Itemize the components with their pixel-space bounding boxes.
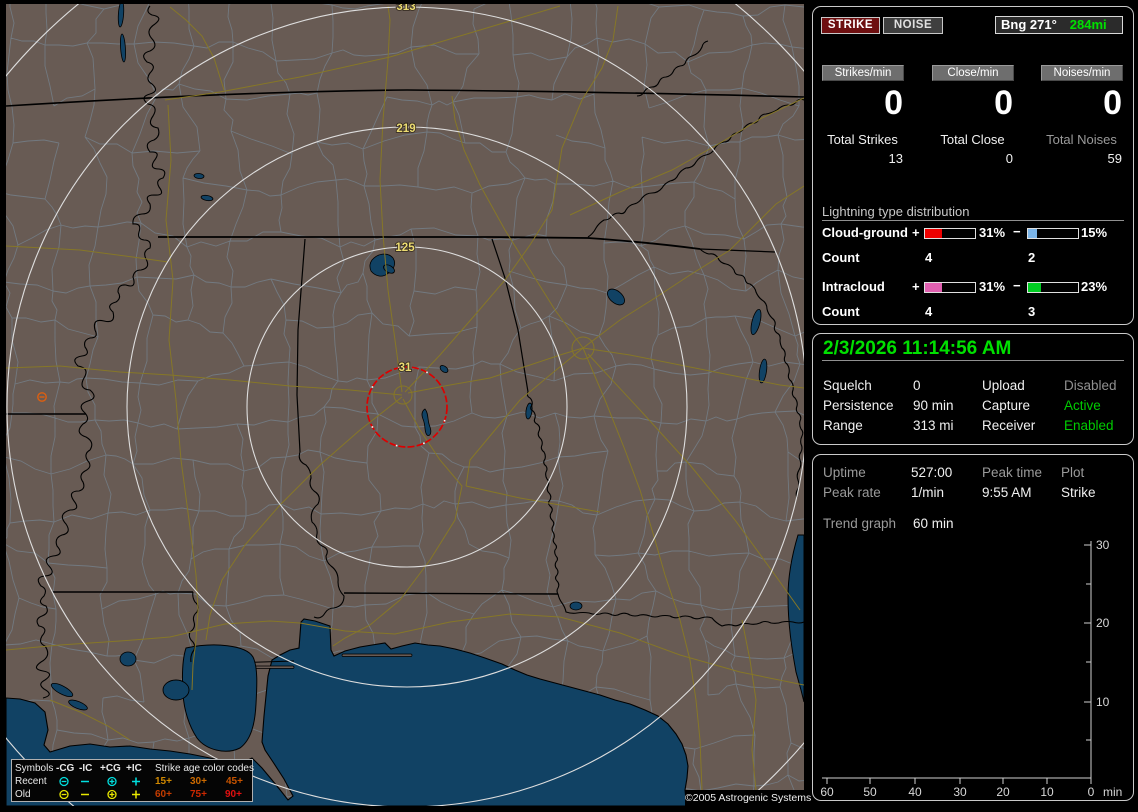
svg-text:31: 31 <box>399 362 412 374</box>
svg-text:20: 20 <box>996 785 1010 799</box>
svg-text:40: 40 <box>908 785 922 799</box>
svg-text:30: 30 <box>953 785 967 799</box>
svg-text:20: 20 <box>1096 616 1110 630</box>
svg-text:50: 50 <box>863 785 877 799</box>
svg-text:313: 313 <box>396 1 415 13</box>
svg-text:min: min <box>1103 785 1122 799</box>
svg-text:219: 219 <box>396 123 415 135</box>
svg-text:10: 10 <box>1040 785 1054 799</box>
svg-text:0: 0 <box>1088 785 1095 799</box>
svg-text:30: 30 <box>1096 538 1110 552</box>
svg-text:10: 10 <box>1096 695 1110 709</box>
svg-text:125: 125 <box>395 242 415 254</box>
svg-text:60: 60 <box>820 785 834 799</box>
